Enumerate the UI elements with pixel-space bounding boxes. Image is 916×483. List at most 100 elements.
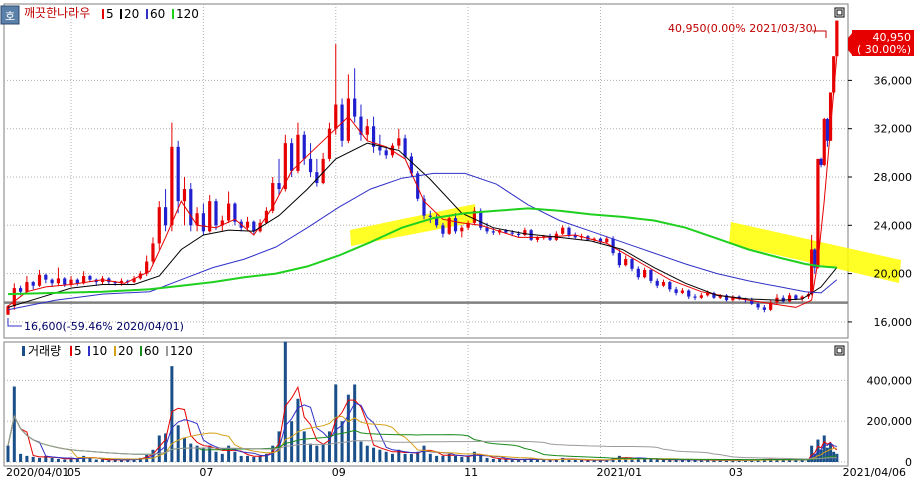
vol-legend-item-label: 20: [118, 344, 133, 358]
home-icon[interactable]: 호: [0, 5, 20, 25]
vol-legend-swatch: [70, 346, 72, 356]
candle-body: [787, 295, 792, 302]
volume-bar: [384, 451, 388, 462]
candle-body: [290, 143, 294, 171]
candle-body: [50, 279, 54, 284]
candle-body: [674, 289, 678, 293]
legend-swatch: [172, 9, 174, 19]
volume-bar: [258, 455, 262, 462]
chart-canvas[interactable]: 호 깨끗한나라우 5 20 60 120 거래량 5 10 20 60 120 40,950(…: [0, 0, 916, 480]
volume-bar: [239, 455, 243, 462]
candle-body: [151, 243, 155, 262]
volume-bar: [75, 458, 79, 462]
volume-bar: [220, 453, 224, 462]
volume-bar: [825, 447, 829, 462]
candle-body: [762, 307, 766, 310]
candle-body: [825, 119, 829, 141]
volume-bar: [485, 457, 489, 462]
candle-body: [12, 288, 16, 307]
legend-item-label: 120: [176, 7, 199, 21]
current-price-box: 40,950 ( 30.00%): [848, 30, 914, 56]
price-axis-label: 20,000: [874, 268, 913, 281]
vol-legend-swatch: [114, 346, 116, 356]
candle-body: [687, 290, 691, 297]
volume-pane-maximize-button[interactable]: [834, 345, 845, 356]
candle-body: [617, 253, 621, 266]
low-annotation: 16,600(-59.46% 2020/04/01): [24, 320, 184, 333]
candle-body: [516, 233, 521, 235]
candle-body: [655, 280, 659, 286]
candle-body: [44, 274, 48, 280]
volume-bar: [6, 445, 10, 462]
candle-body: [835, 20, 839, 57]
candle-body: [63, 278, 67, 285]
price-pane[interactable]: [3, 3, 849, 339]
candle-body: [182, 189, 187, 202]
candle-body: [302, 134, 306, 159]
volume-bar: [510, 459, 514, 462]
vol-legend-title: 거래량: [28, 344, 61, 358]
stock-chart-window: 호 깨끗한나라우 5 20 60 120 거래량 5 10 20 60 120 40,950(…: [0, 0, 916, 480]
date-axis-label: 03: [729, 466, 743, 479]
candle-body: [485, 227, 489, 232]
candle-body: [668, 282, 672, 290]
volume-bar: [214, 451, 218, 462]
volume-bar: [359, 441, 363, 462]
price-axis-label: 28,000: [874, 171, 913, 184]
volume-bar: [302, 431, 306, 462]
volume-legend: 5 10 20 60 120: [70, 344, 193, 358]
candle-body: [163, 207, 168, 226]
volume-bar: [50, 457, 54, 462]
candle-body: [491, 231, 495, 233]
volume-bar: [63, 459, 67, 462]
date-axis-label: 09: [332, 466, 346, 479]
candle-body: [756, 303, 760, 308]
candle-body: [277, 183, 281, 190]
volume-bar: [101, 459, 105, 462]
price-axis-label: 36,000: [874, 74, 913, 87]
vol-legend-item-label: 5: [74, 344, 82, 358]
candle-body: [245, 221, 250, 228]
candle-body: [69, 279, 73, 285]
volume-bar: [309, 443, 313, 462]
volume-bar: [403, 453, 407, 462]
volume-bar: [182, 437, 186, 462]
candle-body: [624, 259, 628, 266]
candle-body: [346, 98, 350, 141]
candle-body: [680, 290, 685, 293]
candle-body: [699, 295, 703, 298]
price-axis-label: 16,000: [874, 316, 913, 329]
volume-bar: [378, 449, 382, 462]
candle-body: [397, 138, 401, 146]
candle-body: [794, 295, 798, 299]
price-axis: 36,000 32,000 28,000 24,000 20,000 16,000: [848, 74, 912, 329]
volume-bar: [466, 456, 470, 462]
volume-bar: [561, 457, 565, 462]
date-axis: 2020/04/0105 07 09 11 2021/01 03 2021/04/06: [6, 466, 906, 479]
volume-axis-label: 200,000: [867, 415, 913, 428]
candle-body: [214, 201, 218, 226]
vol-legend-item-label: 10: [92, 344, 107, 358]
candle-body: [630, 259, 634, 269]
volume-bar: [12, 386, 16, 462]
volume-bar: [498, 458, 502, 462]
candle-body: [37, 274, 42, 286]
svg-text:호: 호: [5, 10, 15, 23]
candle-body: [693, 296, 697, 298]
volume-bar: [535, 459, 539, 462]
volume-bar: [699, 460, 703, 462]
volume-bar: [94, 459, 98, 462]
volume-pane[interactable]: [3, 341, 849, 467]
volume-bar: [829, 443, 833, 462]
legend-item-label: 60: [150, 7, 165, 21]
candle-body: [334, 104, 338, 129]
candle-body: [636, 268, 640, 278]
volume-bar: [504, 459, 508, 462]
date-axis-label: 2021/01: [596, 466, 642, 479]
volume-bar: [567, 459, 571, 462]
vol-legend-marker: [22, 346, 25, 356]
date-axis-label: 05: [67, 466, 81, 479]
price-pane-maximize-button[interactable]: [834, 7, 845, 18]
candle-body: [31, 282, 35, 286]
volume-bar: [353, 384, 357, 462]
